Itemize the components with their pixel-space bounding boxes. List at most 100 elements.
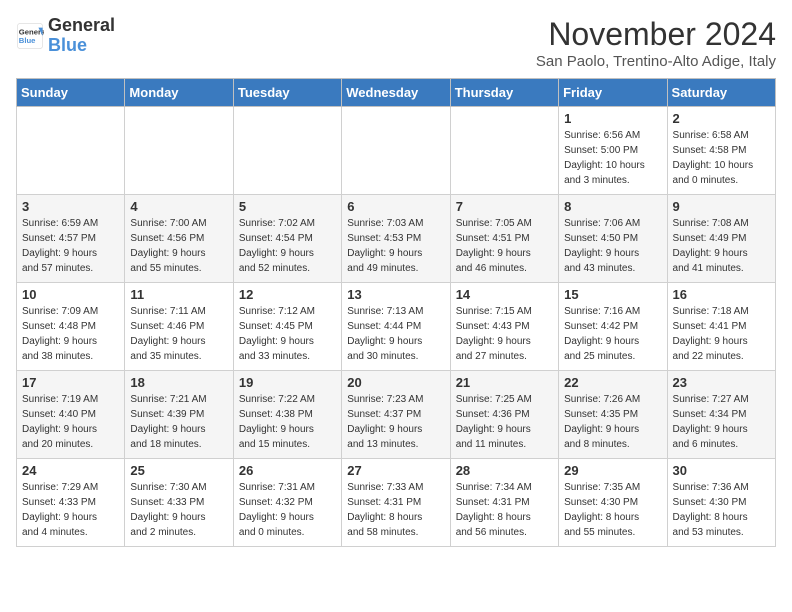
column-header-thursday: Thursday [450,79,558,107]
calendar-cell: 21 Sunrise: 7:25 AMSunset: 4:36 PMDayligh… [450,371,558,459]
month-title: November 2024 [536,16,776,53]
location-subtitle: San Paolo, Trentino-Alto Adige, Italy [536,53,776,70]
calendar-cell: 30Sunrise: 7:36 AMSunset: 4:30 PMDayligh… [667,459,775,547]
day-number: 10 [22,287,119,302]
calendar-cell: 14Sunrise: 7:15 AMSunset: 4:43 PMDayligh… [450,283,558,371]
calendar-cell: 15Sunrise: 7:16 AMSunset: 4:42 PMDayligh… [559,283,667,371]
title-block: November 2024 San Paolo, Trentino-Alto A… [536,16,776,70]
calendar-week-3: 10Sunrise: 7:09 AMSunset: 4:48 PMDayligh… [17,283,776,371]
day-number: 19 [239,375,336,390]
calendar-cell [450,107,558,195]
day-info: Sunrise: 7:00 AMSunset: 4:56 PMDaylight:… [130,216,227,276]
calendar-cell: 1 Sunrise: 6:56 AMSunset: 5:00 PMDaylight… [559,107,667,195]
day-info: Sunrise: 7:08 AMSunset: 4:49 PMDaylight:… [673,216,770,276]
calendar-cell [125,107,233,195]
calendar-cell: 28 Sunrise: 7:34 AMSunset: 4:31 PMDayligh… [450,459,558,547]
calendar-cell: 18Sunrise: 7:21 AMSunset: 4:39 PMDayligh… [125,371,233,459]
calendar-cell: 8 Sunrise: 7:06 AMSunset: 4:50 PMDaylight… [559,195,667,283]
calendar-cell: 4 Sunrise: 7:00 AMSunset: 4:56 PMDaylight… [125,195,233,283]
logo-text: GeneralBlue [48,16,115,56]
calendar-body: 1 Sunrise: 6:56 AMSunset: 5:00 PMDaylight… [17,107,776,547]
day-info: Sunrise: 7:26 AMSunset: 4:35 PMDaylight:… [564,392,661,452]
calendar-week-1: 1 Sunrise: 6:56 AMSunset: 5:00 PMDaylight… [17,107,776,195]
day-info: Sunrise: 6:59 AMSunset: 4:57 PMDaylight:… [22,216,119,276]
day-number: 24 [22,463,119,478]
day-info: Sunrise: 7:05 AMSunset: 4:51 PMDaylight:… [456,216,553,276]
day-info: Sunrise: 7:34 AMSunset: 4:31 PMDaylight:… [456,480,553,540]
calendar-week-2: 3 Sunrise: 6:59 AMSunset: 4:57 PMDaylight… [17,195,776,283]
day-info: Sunrise: 7:18 AMSunset: 4:41 PMDaylight:… [673,304,770,364]
day-number: 17 [22,375,119,390]
calendar-cell: 25 Sunrise: 7:30 AMSunset: 4:33 PMDayligh… [125,459,233,547]
day-info: Sunrise: 6:56 AMSunset: 5:00 PMDaylight:… [564,128,661,188]
day-number: 26 [239,463,336,478]
day-number: 20 [347,375,444,390]
day-number: 6 [347,199,444,214]
day-number: 22 [564,375,661,390]
calendar-cell [17,107,125,195]
calendar-cell: 27Sunrise: 7:33 AMSunset: 4:31 PMDayligh… [342,459,450,547]
day-number: 13 [347,287,444,302]
day-info: Sunrise: 7:11 AMSunset: 4:46 PMDaylight:… [130,304,227,364]
calendar-cell: 11 Sunrise: 7:11 AMSunset: 4:46 PMDayligh… [125,283,233,371]
day-info: Sunrise: 7:21 AMSunset: 4:39 PMDaylight:… [130,392,227,452]
calendar-cell: 9 Sunrise: 7:08 AMSunset: 4:49 PMDaylight… [667,195,775,283]
calendar-header-row: SundayMondayTuesdayWednesdayThursdayFrid… [17,79,776,107]
calendar-cell: 12 Sunrise: 7:12 AMSunset: 4:45 PMDayligh… [233,283,341,371]
calendar-cell: 22 Sunrise: 7:26 AMSunset: 4:35 PMDayligh… [559,371,667,459]
calendar-cell: 6 Sunrise: 7:03 AMSunset: 4:53 PMDaylight… [342,195,450,283]
calendar-cell: 7Sunrise: 7:05 AMSunset: 4:51 PMDaylight… [450,195,558,283]
calendar-cell: 3 Sunrise: 6:59 AMSunset: 4:57 PMDaylight… [17,195,125,283]
day-number: 9 [673,199,770,214]
calendar-cell: 23 Sunrise: 7:27 AMSunset: 4:34 PMDayligh… [667,371,775,459]
day-info: Sunrise: 7:03 AMSunset: 4:53 PMDaylight:… [347,216,444,276]
day-number: 11 [130,287,227,302]
day-number: 3 [22,199,119,214]
calendar-cell: 17 Sunrise: 7:19 AMSunset: 4:40 PMDayligh… [17,371,125,459]
day-info: Sunrise: 7:16 AMSunset: 4:42 PMDaylight:… [564,304,661,364]
day-info: Sunrise: 6:58 AMSunset: 4:58 PMDaylight:… [673,128,770,188]
day-number: 21 [456,375,553,390]
calendar-week-4: 17 Sunrise: 7:19 AMSunset: 4:40 PMDayligh… [17,371,776,459]
day-number: 27 [347,463,444,478]
page-header: General Blue GeneralBlue November 2024 S… [16,16,776,70]
day-info: Sunrise: 7:30 AMSunset: 4:33 PMDaylight:… [130,480,227,540]
calendar-week-5: 24Sunrise: 7:29 AMSunset: 4:33 PMDayligh… [17,459,776,547]
day-info: Sunrise: 7:06 AMSunset: 4:50 PMDaylight:… [564,216,661,276]
day-info: Sunrise: 7:27 AMSunset: 4:34 PMDaylight:… [673,392,770,452]
calendar-cell: 19 Sunrise: 7:22 AMSunset: 4:38 PMDayligh… [233,371,341,459]
day-number: 23 [673,375,770,390]
day-info: Sunrise: 7:36 AMSunset: 4:30 PMDaylight:… [673,480,770,540]
column-header-friday: Friday [559,79,667,107]
calendar-cell: 26Sunrise: 7:31 AMSunset: 4:32 PMDayligh… [233,459,341,547]
calendar-cell: 5Sunrise: 7:02 AMSunset: 4:54 PMDaylight… [233,195,341,283]
day-number: 12 [239,287,336,302]
day-info: Sunrise: 7:13 AMSunset: 4:44 PMDaylight:… [347,304,444,364]
day-info: Sunrise: 7:22 AMSunset: 4:38 PMDaylight:… [239,392,336,452]
logo: General Blue GeneralBlue [16,16,115,56]
column-header-wednesday: Wednesday [342,79,450,107]
calendar-cell [342,107,450,195]
calendar-cell: 24Sunrise: 7:29 AMSunset: 4:33 PMDayligh… [17,459,125,547]
svg-text:Blue: Blue [19,36,36,45]
logo-icon: General Blue [16,22,44,50]
column-header-saturday: Saturday [667,79,775,107]
day-number: 14 [456,287,553,302]
day-number: 8 [564,199,661,214]
day-info: Sunrise: 7:25 AMSunset: 4:36 PMDaylight:… [456,392,553,452]
column-header-tuesday: Tuesday [233,79,341,107]
day-info: Sunrise: 7:19 AMSunset: 4:40 PMDaylight:… [22,392,119,452]
day-number: 4 [130,199,227,214]
calendar-cell: 2Sunrise: 6:58 AMSunset: 4:58 PMDaylight… [667,107,775,195]
day-info: Sunrise: 7:12 AMSunset: 4:45 PMDaylight:… [239,304,336,364]
calendar-cell: 10Sunrise: 7:09 AMSunset: 4:48 PMDayligh… [17,283,125,371]
day-number: 1 [564,111,661,126]
day-info: Sunrise: 7:23 AMSunset: 4:37 PMDaylight:… [347,392,444,452]
calendar-cell: 20 Sunrise: 7:23 AMSunset: 4:37 PMDayligh… [342,371,450,459]
day-number: 25 [130,463,227,478]
day-number: 28 [456,463,553,478]
calendar-cell: 13 Sunrise: 7:13 AMSunset: 4:44 PMDayligh… [342,283,450,371]
day-number: 5 [239,199,336,214]
day-number: 29 [564,463,661,478]
calendar-cell: 16Sunrise: 7:18 AMSunset: 4:41 PMDayligh… [667,283,775,371]
